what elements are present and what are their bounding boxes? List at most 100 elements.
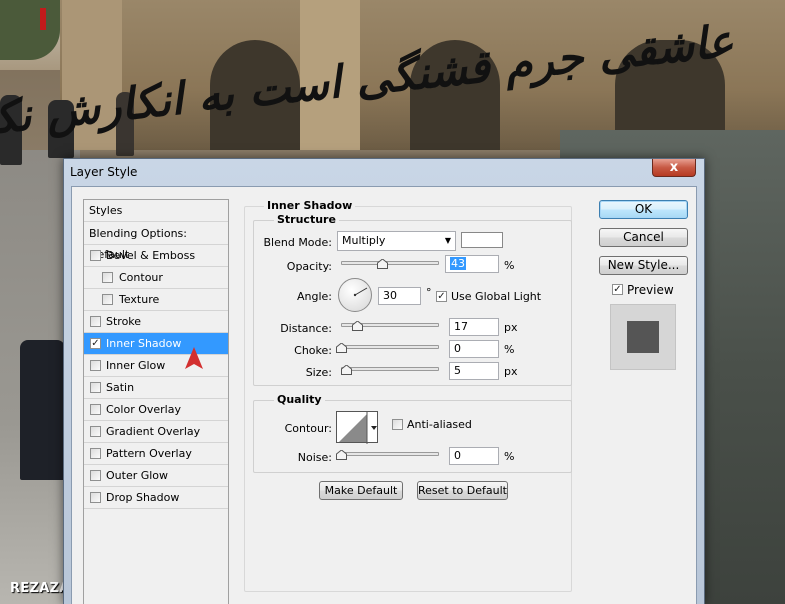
anti-aliased-label: Anti-aliased: [407, 418, 472, 431]
styles-header-label: Styles: [89, 204, 123, 217]
use-global-light-label: Use Global Light: [451, 290, 542, 303]
style-item-checkbox[interactable]: [90, 426, 101, 437]
size-slider[interactable]: [341, 367, 439, 371]
style-item-label: Stroke: [106, 315, 142, 328]
cancel-button[interactable]: Cancel: [599, 228, 688, 247]
style-item[interactable]: Pattern Overlay: [84, 443, 228, 465]
noise-unit: %: [504, 450, 515, 463]
angle-input[interactable]: 30: [378, 287, 421, 305]
size-slider-thumb[interactable]: [341, 365, 352, 375]
style-item-checkbox[interactable]: [90, 316, 101, 327]
blend-mode-value: Multiply: [342, 234, 386, 247]
inner-shadow-title: Inner Shadow: [264, 199, 356, 212]
use-global-light-checkbox[interactable]: ✓: [436, 291, 447, 302]
style-item-label: Inner Shadow: [106, 337, 182, 350]
style-item[interactable]: Bevel & Emboss: [84, 245, 228, 267]
style-item[interactable]: Drop Shadow: [84, 487, 228, 509]
size-value: 5: [454, 364, 461, 377]
angle-needle-icon: [353, 287, 368, 297]
noise-label: Noise:: [297, 451, 332, 464]
opacity-unit: %: [504, 259, 515, 272]
person-figure: [20, 340, 65, 480]
dialog-client: Styles Blending Options: Default Bevel &…: [71, 186, 697, 604]
angle-unit: °: [426, 286, 432, 299]
contour-label: Contour:: [284, 422, 332, 435]
close-icon: x: [669, 160, 679, 175]
reset-to-default-button[interactable]: Reset to Default: [417, 481, 508, 500]
distance-input[interactable]: 17: [449, 318, 499, 336]
choke-value: 0: [454, 342, 461, 355]
distance-slider-thumb[interactable]: [352, 321, 363, 331]
style-item-label: Texture: [119, 293, 160, 306]
opacity-slider-thumb[interactable]: [377, 259, 388, 269]
new-style-button[interactable]: New Style...: [599, 256, 688, 275]
close-button[interactable]: x: [652, 159, 696, 177]
layer-style-dialog: Layer Style x Styles Blending Options: D…: [63, 158, 705, 604]
preview-label: Preview: [627, 283, 674, 297]
noise-slider-thumb[interactable]: [336, 450, 347, 460]
checkmark-icon: ✓: [437, 291, 446, 302]
angle-label: Angle:: [296, 290, 332, 303]
dialog-titlebar[interactable]: Layer Style x: [64, 159, 704, 185]
size-unit: px: [504, 365, 518, 378]
style-item[interactable]: Stroke: [84, 311, 228, 333]
choke-unit: %: [504, 343, 515, 356]
style-item-checkbox[interactable]: [90, 250, 101, 261]
angle-dial[interactable]: [338, 278, 372, 312]
shadow-color-swatch[interactable]: [461, 232, 503, 248]
style-item[interactable]: Texture: [84, 289, 228, 311]
chevron-down-icon: ▼: [444, 236, 451, 245]
style-item-checkbox[interactable]: [90, 492, 101, 503]
style-item-label: Inner Glow: [106, 359, 166, 372]
blending-options-item[interactable]: Blending Options: Default: [84, 223, 228, 261]
blend-mode-select[interactable]: Multiply ▼: [337, 231, 456, 251]
checkmark-icon: ✓: [613, 284, 622, 295]
style-item-label: Satin: [106, 381, 135, 394]
style-item-checkbox[interactable]: [90, 404, 101, 415]
make-default-button[interactable]: Make Default: [319, 481, 403, 500]
choke-input[interactable]: 0: [449, 340, 499, 358]
opacity-value: 43: [450, 257, 466, 270]
angle-value: 30: [383, 289, 397, 302]
distance-value: 17: [454, 320, 468, 333]
style-item-label: Drop Shadow: [106, 491, 180, 504]
opacity-input[interactable]: 43: [445, 255, 499, 273]
preview-thumbnail: [610, 304, 676, 370]
preview-checkbox[interactable]: ✓: [612, 284, 623, 295]
style-item-checkbox[interactable]: [90, 448, 101, 459]
style-item-checkbox[interactable]: [102, 294, 113, 305]
flag: [40, 8, 46, 30]
contour-picker[interactable]: [336, 411, 378, 444]
anti-aliased-checkbox[interactable]: [392, 419, 403, 430]
style-item-checkbox[interactable]: [102, 272, 113, 283]
red-arrow-icon: [185, 347, 203, 443]
distance-unit: px: [504, 321, 518, 334]
opacity-label: Opacity:: [286, 260, 332, 273]
style-item[interactable]: Contour: [84, 267, 228, 289]
preview-square: [627, 321, 659, 353]
choke-label: Choke:: [294, 344, 332, 357]
noise-value: 0: [454, 449, 461, 462]
noise-input[interactable]: 0: [449, 447, 499, 465]
opacity-slider[interactable]: [341, 261, 439, 265]
style-item-checkbox[interactable]: ✓: [90, 338, 101, 349]
style-item-checkbox[interactable]: [90, 360, 101, 371]
checkmark-icon: ✓: [91, 338, 100, 349]
choke-slider-thumb[interactable]: [336, 343, 347, 353]
ok-button[interactable]: OK: [599, 200, 688, 219]
choke-slider[interactable]: [341, 345, 439, 349]
style-item[interactable]: Outer Glow: [84, 465, 228, 487]
style-item-checkbox[interactable]: [90, 470, 101, 481]
styles-header[interactable]: Styles: [84, 200, 228, 222]
size-input[interactable]: 5: [449, 362, 499, 380]
distance-label: Distance:: [280, 322, 332, 335]
style-item-label: Outer Glow: [106, 469, 169, 482]
noise-slider[interactable]: [341, 452, 439, 456]
style-item-label: Bevel & Emboss: [106, 249, 196, 262]
style-item-label: Pattern Overlay: [106, 447, 192, 460]
contour-curve-icon: [339, 412, 377, 444]
structure-legend: Structure: [274, 213, 339, 226]
quality-legend: Quality: [274, 393, 325, 406]
style-item-label: Contour: [119, 271, 163, 284]
style-item-checkbox[interactable]: [90, 382, 101, 393]
